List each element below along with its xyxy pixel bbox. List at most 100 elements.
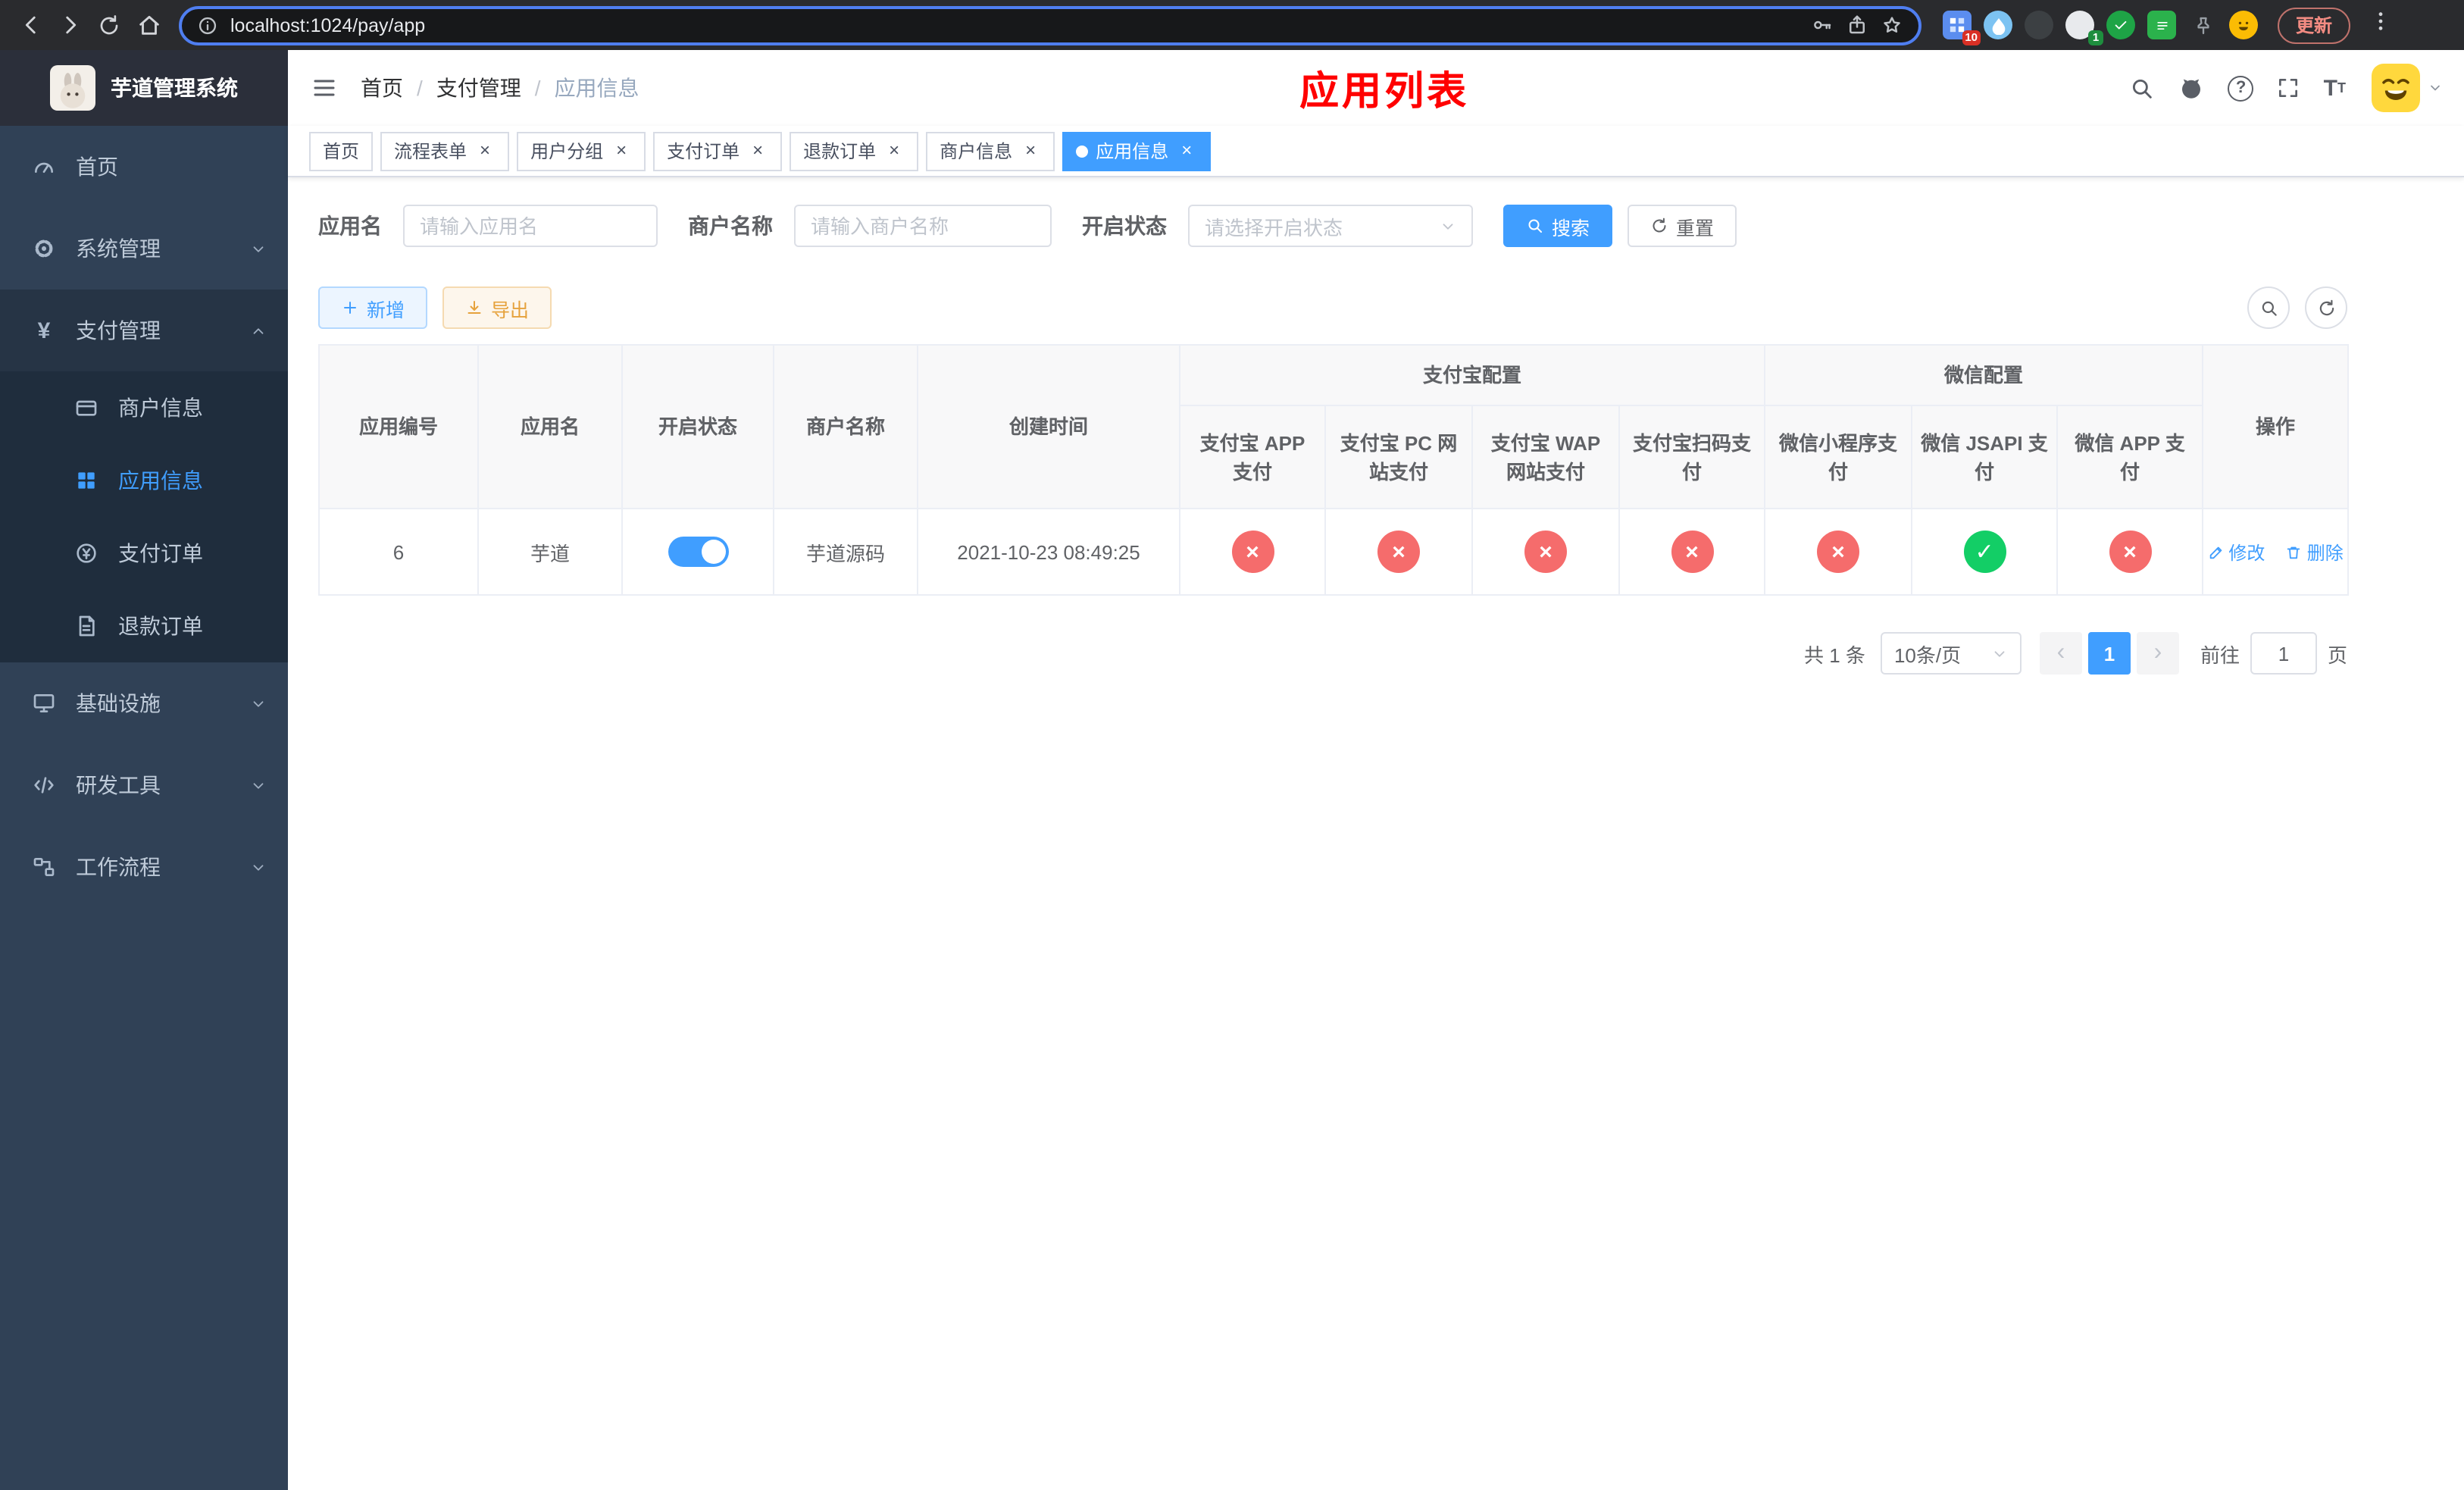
toggle-knob <box>701 540 725 564</box>
close-icon[interactable]: × <box>474 139 496 161</box>
close-icon[interactable]: × <box>1176 139 1197 161</box>
search-icon <box>2261 300 2276 315</box>
sidebar-item-payment[interactable]: ¥ 支付管理 <box>0 290 288 371</box>
next-page-button[interactable]: › <box>2136 632 2179 675</box>
close-icon[interactable]: × <box>611 139 632 161</box>
status-fail-icon: × <box>2109 531 2152 573</box>
cell-wechat-app: × <box>2056 508 2204 596</box>
status-fail-icon: × <box>1524 531 1567 573</box>
tab-refund-order[interactable]: 退款订单 × <box>790 131 919 171</box>
export-button[interactable]: 导出 <box>442 286 552 329</box>
extension-icon-2[interactable] <box>1984 11 2012 39</box>
tab-app-info[interactable]: 应用信息 × <box>1062 131 1212 171</box>
extension-icon-1[interactable]: 10 <box>1943 11 1981 45</box>
extension-icon-5[interactable] <box>2106 11 2135 39</box>
sidebar-item-merchant-info[interactable]: 商户信息 <box>0 371 288 444</box>
sidebar-item-home[interactable]: 首页 <box>0 126 288 208</box>
tab-user-group[interactable]: 用户分组 × <box>517 131 646 171</box>
hamburger-icon[interactable] <box>288 74 361 102</box>
chevron-down-icon <box>250 695 267 712</box>
breadcrumb-separator: / <box>417 76 423 100</box>
tab-pay-order[interactable]: 支付订单 × <box>653 131 783 171</box>
chevron-down-icon <box>1991 645 2008 662</box>
font-size-icon[interactable]: TT <box>2324 77 2346 99</box>
page-number-1[interactable]: 1 <box>2087 632 2131 675</box>
browser-home-button[interactable] <box>130 7 167 43</box>
page-size-select[interactable]: 10条/页 <box>1880 632 2022 675</box>
search-button-label: 搜索 <box>1552 218 1590 239</box>
browser-back-button[interactable] <box>12 7 48 43</box>
workflow-icon <box>30 855 58 879</box>
status-fail-icon: × <box>1817 531 1860 573</box>
sidebar-item-label: 支付管理 <box>76 318 161 343</box>
reset-button-label: 重置 <box>1676 218 1715 239</box>
app-name-input[interactable] <box>420 214 641 237</box>
sidebar-item-label: 工作流程 <box>76 855 161 879</box>
toggle-search-button[interactable] <box>2247 286 2290 329</box>
sidebar-item-refund-order[interactable]: 退款订单 <box>0 590 288 662</box>
close-icon[interactable]: × <box>747 139 768 161</box>
add-button[interactable]: 新增 <box>318 286 428 329</box>
search-button[interactable]: 搜索 <box>1503 205 1613 247</box>
tab-label: 用户分组 <box>530 141 604 162</box>
extension-icon-6[interactable] <box>2147 11 2176 39</box>
prev-page-button[interactable]: ‹ <box>2039 632 2082 675</box>
app-name-input-wrap <box>403 205 658 247</box>
cell-app-name: 芋道 <box>477 508 623 596</box>
delete-link[interactable]: 删除 <box>2286 539 2344 565</box>
sidebar-item-label: 系统管理 <box>76 236 161 261</box>
search-icon[interactable] <box>2130 75 2156 101</box>
breadcrumb-home[interactable]: 首页 <box>361 73 403 103</box>
cell-merchant-name: 芋道源码 <box>773 508 918 596</box>
user-avatar[interactable] <box>2372 64 2443 112</box>
sidebar-logo[interactable]: 芋道管理系统 <box>0 50 288 126</box>
close-icon[interactable]: × <box>1020 139 1041 161</box>
goto-page-input[interactable] <box>2250 632 2317 675</box>
extension-badge: 10 <box>1962 30 1981 45</box>
share-icon[interactable] <box>1846 14 1868 36</box>
sidebar-item-workflow[interactable]: 工作流程 <box>0 826 288 908</box>
fullscreen-icon[interactable] <box>2277 76 2301 100</box>
browser-menu-icon[interactable] <box>2361 9 2400 41</box>
sidebar-item-pay-order[interactable]: 支付订单 <box>0 517 288 590</box>
address-bar[interactable]: localhost:1024/pay/app <box>179 5 1921 45</box>
screen: localhost:1024/pay/app 10 1 更新 芋道管理系统 首页… <box>0 0 2464 1490</box>
extension-icon-3[interactable] <box>2025 11 2053 39</box>
browser-refresh-button[interactable] <box>91 7 127 43</box>
status-select[interactable]: 请选择开启状态 <box>1188 205 1473 247</box>
breadcrumb-section[interactable]: 支付管理 <box>436 73 521 103</box>
status-toggle[interactable] <box>668 537 728 567</box>
reset-button[interactable]: 重置 <box>1628 205 1737 247</box>
bookmark-star-icon[interactable] <box>1881 14 1903 36</box>
tab-home[interactable]: 首页 <box>309 131 374 171</box>
edit-link[interactable]: 修改 <box>2207 539 2265 565</box>
tab-merchant-info[interactable]: 商户信息 × <box>926 131 1055 171</box>
edit-label: 修改 <box>2228 542 2265 563</box>
sidebar-item-system[interactable]: 系统管理 <box>0 208 288 290</box>
help-icon[interactable]: ? <box>2228 75 2254 101</box>
profile-avatar-icon[interactable] <box>2229 11 2258 39</box>
tab-label: 应用信息 <box>1096 141 1169 162</box>
breadcrumb-separator: / <box>534 76 541 100</box>
cell-actions: 修改 删除 <box>2202 508 2350 596</box>
password-key-icon[interactable] <box>1811 14 1834 36</box>
sidebar-item-dev-tools[interactable]: 研发工具 <box>0 744 288 826</box>
merchant-name-input[interactable] <box>811 214 1035 237</box>
github-icon[interactable] <box>2178 74 2206 102</box>
site-info-icon[interactable] <box>197 14 218 36</box>
plus-icon <box>344 302 356 314</box>
sidebar-item-app-info[interactable]: 应用信息 <box>0 444 288 517</box>
cell-alipay-pc: × <box>1324 508 1473 596</box>
refresh-table-button[interactable] <box>2305 286 2347 329</box>
tab-process-form[interactable]: 流程表单 × <box>380 131 510 171</box>
browser-update-button[interactable]: 更新 <box>2278 7 2351 43</box>
goto-label: 前往 <box>2200 643 2240 666</box>
browser-forward-button[interactable] <box>52 7 88 43</box>
app-name-label: 应用名 <box>318 214 382 238</box>
close-icon[interactable]: × <box>883 139 905 161</box>
breadcrumb: 首页 / 支付管理 / 应用信息 <box>361 73 639 103</box>
extension-icon-4[interactable]: 1 <box>2065 11 2103 45</box>
sidebar-item-infra[interactable]: 基础设施 <box>0 662 288 744</box>
pin-icon[interactable] <box>2188 11 2217 39</box>
column-header-alipay-app: 支付宝 APP 支付 <box>1179 405 1326 509</box>
